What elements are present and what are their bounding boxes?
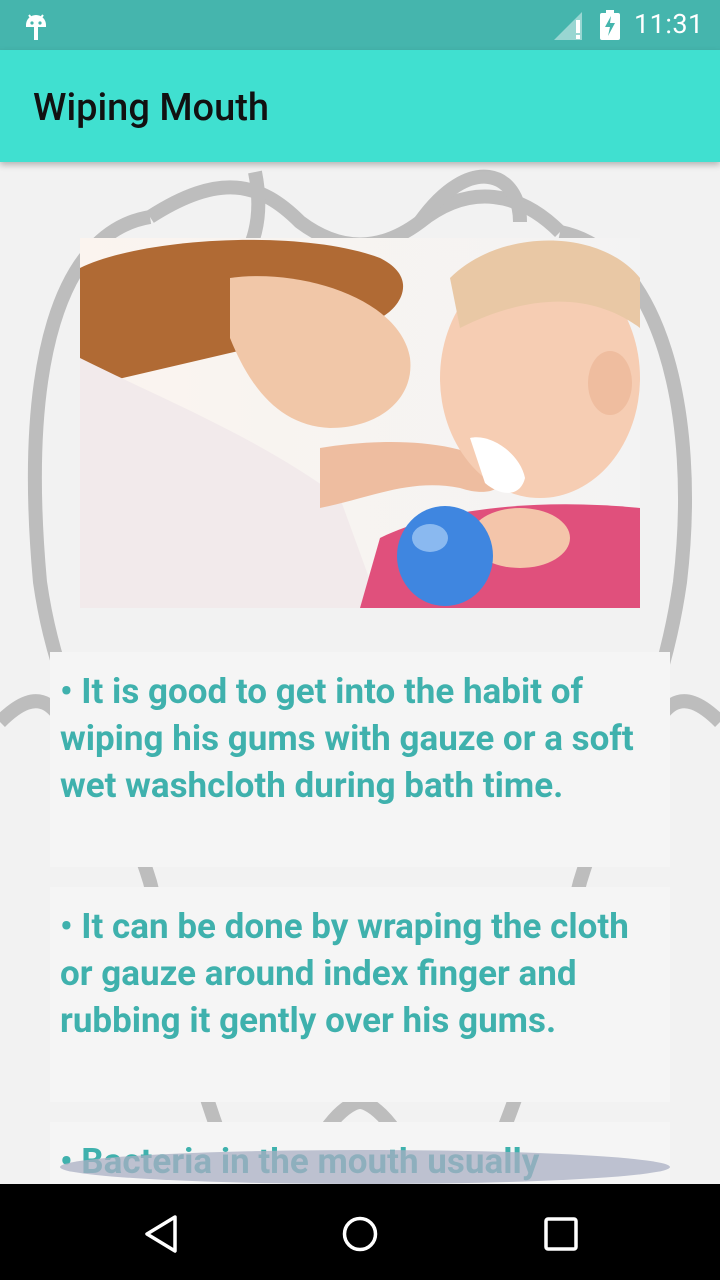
- signal-icon: [554, 12, 582, 40]
- overscroll-glow: [60, 1150, 670, 1184]
- page-title: Wiping Mouth: [33, 86, 270, 130]
- mother-wiping-baby-mouth-photo: [80, 238, 640, 608]
- home-icon[interactable]: [341, 1214, 379, 1254]
- status-time: 11:31: [634, 8, 704, 40]
- tip-text: • It is good to get into the habit of wi…: [60, 671, 634, 806]
- navigation-bar: [0, 1184, 720, 1280]
- back-icon[interactable]: [142, 1214, 180, 1254]
- app-bar: Wiping Mouth: [0, 50, 720, 162]
- tip-card: • It can be done by wraping the cloth or…: [50, 887, 670, 1102]
- scroll-content[interactable]: • It is good to get into the habit of wi…: [0, 162, 720, 1184]
- tip-card: • It is good to get into the habit of wi…: [50, 652, 670, 867]
- battery-charging-icon: [600, 10, 620, 40]
- tip-text: • It can be done by wraping the cloth or…: [60, 906, 629, 1041]
- recents-icon[interactable]: [542, 1214, 580, 1254]
- status-bar: 11:31: [0, 0, 720, 50]
- android-debug-icon: [26, 14, 46, 40]
